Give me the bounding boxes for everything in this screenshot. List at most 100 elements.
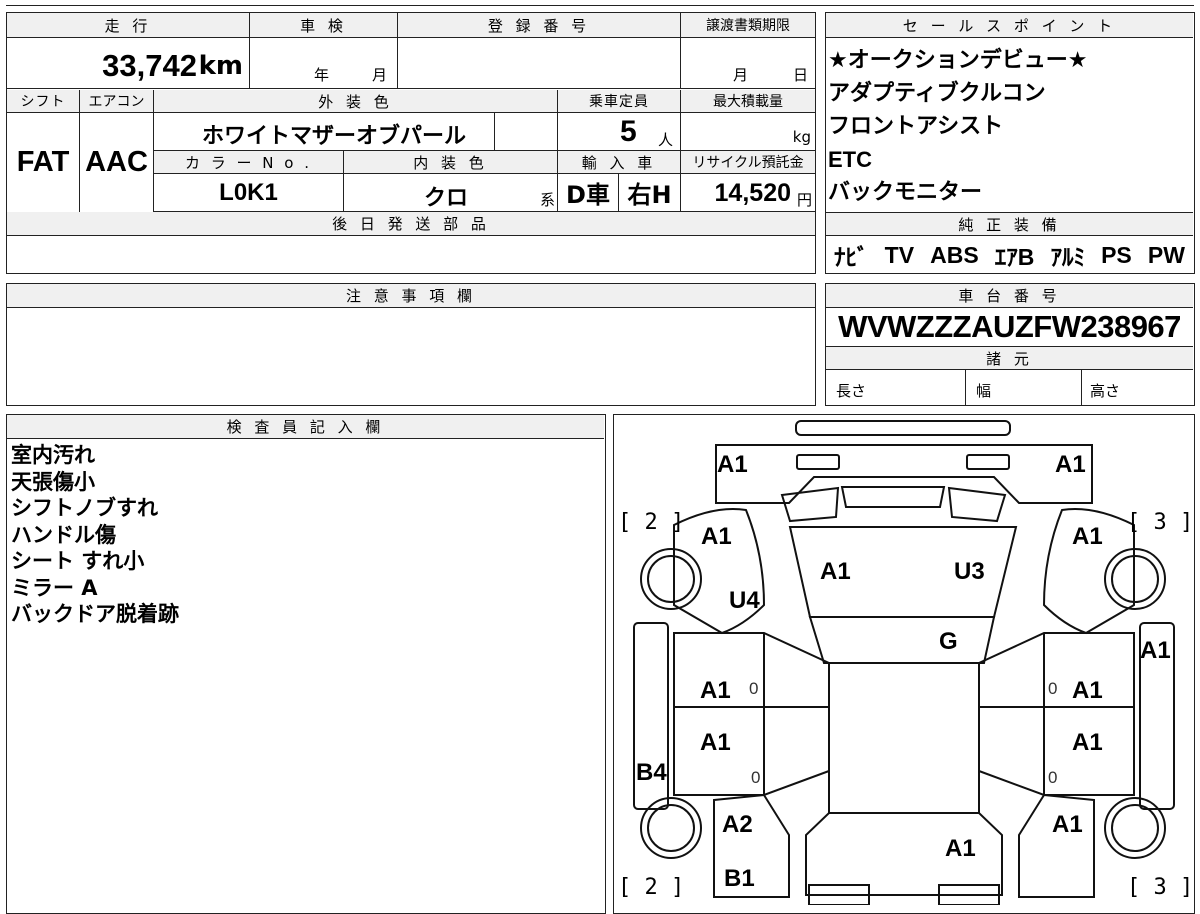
damage-label: A1: [701, 523, 732, 550]
damage-label: A1: [717, 451, 748, 478]
mileage-unit: km: [198, 51, 243, 81]
chassis-header: 車 台 番 号: [826, 284, 1193, 308]
damage-label: A2: [722, 811, 753, 838]
spec-length-label: 長さ: [836, 382, 867, 400]
spec-width-label: 幅: [976, 382, 992, 400]
spec-length-cell: 長さ: [826, 370, 966, 405]
mileage-cell: 33,742 km: [7, 38, 250, 89]
inspector-note: 室内汚れ: [11, 443, 95, 467]
registration-header: 登 録 番 号: [398, 13, 681, 38]
interior-color-cell: クロ 系: [344, 174, 558, 212]
damage-label: A1: [945, 835, 976, 862]
capacity-value: 5: [620, 115, 637, 148]
import-value: D車: [558, 174, 619, 212]
transfer-deadline-header: 譲渡書類期限: [681, 13, 815, 38]
equipment-item: ｴｱB: [994, 244, 1035, 270]
notes-header: 注 意 事 項 欄: [7, 284, 815, 308]
sales-points-header: セ ー ル ス ポ イ ン ト: [826, 13, 1193, 38]
inspector-note: 天張傷小: [11, 469, 95, 494]
spec-height-cell: 高さ: [1082, 370, 1193, 405]
sales-point-item: ETC: [828, 147, 872, 172]
damage-label: G: [939, 628, 958, 655]
top-cutoff-strip: [6, 0, 1194, 6]
damage-label: A1: [1055, 451, 1086, 478]
vehicle-info-box: 走 行 車 検 登 録 番 号 譲渡書類期限 33,742 km 年 月 月 日…: [6, 12, 816, 274]
damage-label: U4: [729, 587, 760, 614]
inspector-note: ミラー A: [11, 575, 98, 600]
recycle-value: 14,520: [714, 179, 791, 207]
mileage-value: 33,742: [102, 48, 197, 83]
inspector-note: ハンドル傷: [11, 522, 116, 547]
tire-bracket: [ 2 ]: [618, 510, 685, 535]
inspection-year-unit: 年: [314, 66, 330, 84]
import-header: 輸 入 車: [558, 151, 681, 174]
damage-label: B4: [636, 759, 667, 786]
notes-box: 注 意 事 項 欄: [6, 283, 816, 406]
damage-label: B1: [724, 865, 755, 892]
damage-label: A1: [820, 558, 851, 585]
interior-color-value: クロ: [424, 186, 469, 211]
capacity-header: 乗車定員: [558, 90, 681, 113]
exterior-color-extra-cell: [495, 113, 558, 151]
inspector-note: シート すれ小: [11, 549, 145, 573]
transfer-month-unit: 月: [733, 66, 749, 84]
color-no-header: カ ラ ー N o .: [154, 151, 344, 174]
damage-label: A1: [1140, 637, 1171, 664]
damage-label: A1: [1072, 729, 1103, 756]
car-diagram-box: A1 A1 A1 A1 A1 U3 U4 G A1 A1 A1 A1 A1 B4…: [613, 414, 1195, 914]
mileage-header: 走 行: [7, 13, 250, 38]
door-marker: 0: [1048, 679, 1058, 698]
inspector-note: シフトノブすれ: [11, 496, 158, 520]
spec-height-label: 高さ: [1090, 382, 1121, 400]
color-no-value: L0K1: [154, 174, 344, 212]
exterior-color-value: ホワイトマザーオブパール: [202, 124, 467, 149]
inspection-header: 車 検: [250, 13, 398, 38]
equipment-item: ﾅﾋﾞ: [834, 244, 869, 270]
sales-point-item: バックモニター: [828, 180, 983, 205]
damage-label: A1: [700, 677, 731, 704]
car-body-outline: [633, 420, 1175, 905]
transfer-deadline-cell: 月 日: [681, 38, 815, 89]
sales-points-list: ★オークションデビュー★ アダプティブクルコン フロントアシスト ETC バック…: [828, 44, 1188, 209]
exterior-color-header: 外 装 色: [154, 90, 558, 113]
max-load-cell: kg: [681, 113, 815, 151]
inspection-month-unit: 月: [372, 66, 388, 84]
equipment-item: ｱﾙﾐ: [1050, 244, 1086, 270]
max-load-header: 最大積載量: [681, 90, 815, 113]
chassis-box: 車 台 番 号 WVWZZZAUZFW238967 諸 元 長さ 幅 高さ: [825, 283, 1195, 406]
inspector-notes-list: 室内汚れ 天張傷小 シフトノブすれ ハンドル傷 シート すれ小 ミラー A バッ…: [11, 442, 179, 628]
sales-points-box: セ ー ル ス ポ イ ン ト ★オークションデビュー★ アダプティブクルコン …: [825, 12, 1195, 274]
damage-label: A1: [1052, 811, 1083, 838]
tire-bracket: [ 3 ]: [1127, 875, 1194, 900]
damage-label: A1: [1072, 523, 1103, 550]
door-marker: 0: [749, 679, 759, 698]
inspection-cell: 年 月: [250, 38, 398, 89]
recycle-unit: 円: [796, 191, 812, 209]
sales-point-item: フロントアシスト: [828, 114, 1004, 139]
door-marker: 0: [1048, 768, 1058, 787]
spec-width-cell: 幅: [966, 370, 1082, 405]
door-marker: 0: [751, 768, 761, 787]
equipment-item: TV: [884, 241, 915, 268]
chassis-number: WVWZZZAUZFW238967: [838, 309, 1181, 344]
handle-value: 右H: [619, 174, 681, 212]
equipment-item: ABS: [930, 241, 979, 268]
exterior-color-cell: ホワイトマザーオブパール: [154, 113, 495, 151]
recycle-cell: 14,520 円: [681, 174, 815, 212]
transfer-day-unit: 日: [793, 66, 809, 84]
equipment-item: PS: [1101, 241, 1132, 268]
tire-bracket: [ 3 ]: [1127, 510, 1194, 535]
tire-bracket: [ 2 ]: [618, 875, 685, 900]
inspector-box: 検 査 員 記 入 欄 室内汚れ 天張傷小 シフトノブすれ ハンドル傷 シート …: [6, 414, 606, 914]
interior-color-unit: 系: [539, 191, 555, 209]
inspector-header: 検 査 員 記 入 欄: [7, 415, 604, 439]
interior-color-header: 内 装 色: [344, 151, 558, 174]
damage-label: A1: [1072, 677, 1103, 704]
specs-header: 諸 元: [826, 346, 1193, 370]
registration-cell: [398, 38, 681, 89]
capacity-cell: 5 人: [558, 113, 681, 151]
damage-label: A1: [700, 729, 731, 756]
capacity-unit: 人: [658, 131, 674, 149]
damage-label: U3: [954, 558, 985, 585]
ac-value: AAC: [80, 113, 154, 212]
